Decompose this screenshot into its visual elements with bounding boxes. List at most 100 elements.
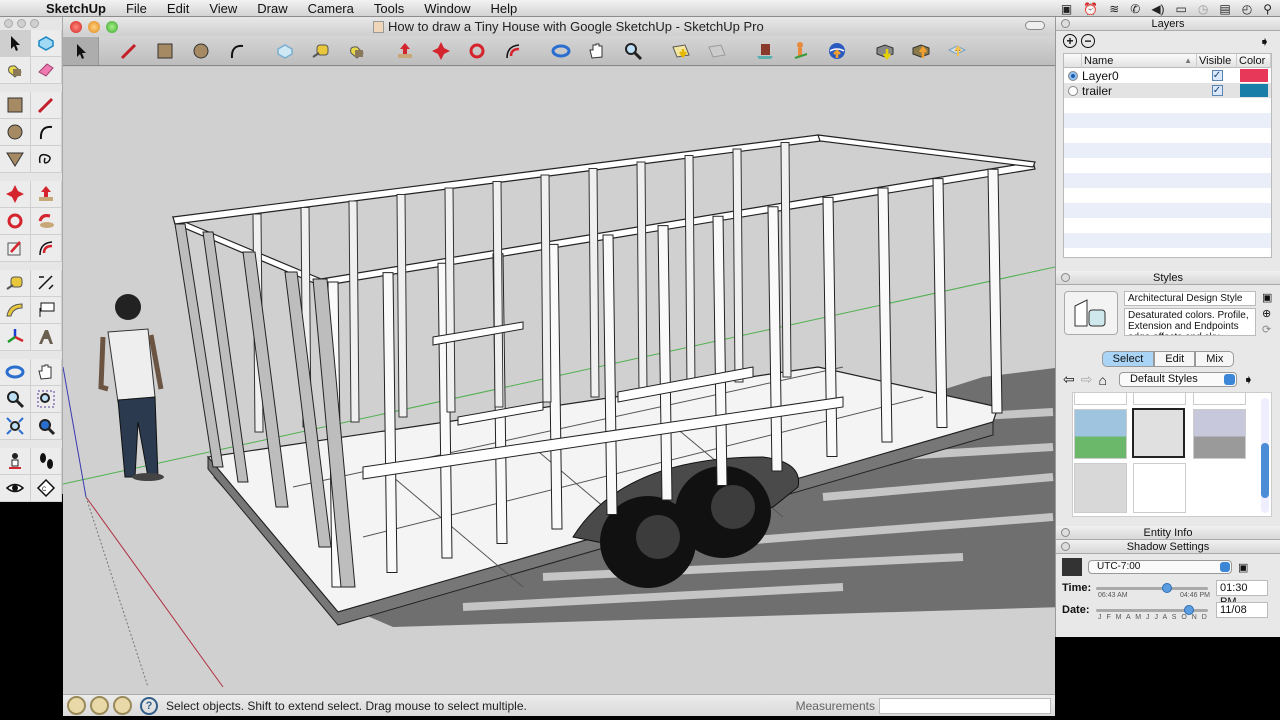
style-thumbnail[interactable] xyxy=(1193,393,1246,405)
collapse-icon[interactable] xyxy=(1061,19,1070,28)
back-arrow-icon[interactable]: ⇦ xyxy=(1063,371,1075,388)
menu-window[interactable]: Window xyxy=(414,0,480,17)
menu-help[interactable]: Help xyxy=(480,0,527,17)
toolbar-paint-bucket-button[interactable] xyxy=(339,37,375,65)
display-shadows-toggle[interactable] xyxy=(1062,558,1082,576)
toolbar-share-model-button[interactable] xyxy=(699,37,735,65)
polygon-tool[interactable] xyxy=(0,146,31,173)
select-tool[interactable] xyxy=(0,30,31,57)
toolbar-make-component-button[interactable] xyxy=(267,37,303,65)
style-description-field[interactable]: Desaturated colors. Profile, Extension a… xyxy=(1124,308,1256,336)
section-plane-tool[interactable]: C xyxy=(31,475,62,502)
toolbar-share-component-upload-button[interactable] xyxy=(903,37,939,65)
paint-bucket-tool[interactable] xyxy=(0,57,31,84)
toolbar-zoom-button[interactable] xyxy=(615,37,651,65)
menu-file[interactable]: File xyxy=(116,0,157,17)
menu-edit[interactable]: Edit xyxy=(157,0,199,17)
protractor-tool[interactable] xyxy=(0,297,31,324)
forward-arrow-icon[interactable]: ⇨ xyxy=(1081,371,1093,388)
time-field[interactable]: 01:30 PM xyxy=(1216,580,1268,608)
delete-layer-button[interactable]: − xyxy=(1081,34,1095,48)
user-icon[interactable] xyxy=(113,696,132,715)
shadow-settings-panel-header[interactable]: Shadow Settings xyxy=(1056,540,1280,554)
toolbar-circle-button[interactable] xyxy=(183,37,219,65)
tab-edit[interactable]: Edit xyxy=(1154,351,1196,367)
menu-camera[interactable]: Camera xyxy=(298,0,364,17)
toolbar-google-earth-button[interactable] xyxy=(819,37,855,65)
timezone-select[interactable]: UTC-7:00 xyxy=(1088,560,1232,574)
style-collection-select[interactable]: Default Styles xyxy=(1118,372,1237,387)
details-arrow-icon[interactable]: ➧ xyxy=(1243,372,1254,388)
style-thumbnail[interactable] xyxy=(1074,393,1127,405)
details-arrow-icon[interactable]: ➧ xyxy=(1259,34,1270,50)
toolbar-rectangle-button[interactable] xyxy=(147,37,183,65)
menu-tools[interactable]: Tools xyxy=(364,0,414,17)
follow-me-tool[interactable] xyxy=(31,208,62,235)
style-thumbnail[interactable] xyxy=(1074,463,1127,513)
tab-mix[interactable]: Mix xyxy=(1195,351,1235,367)
layer-row[interactable]: trailer ✓ xyxy=(1064,83,1271,98)
style-thumbnail[interactable] xyxy=(1193,409,1246,459)
toolbar-pan-button[interactable] xyxy=(579,37,615,65)
tab-select[interactable]: Select xyxy=(1101,351,1155,367)
date-slider-knob[interactable] xyxy=(1183,604,1194,615)
position-camera-tool[interactable] xyxy=(0,448,31,475)
toolbar-tape-measure-button[interactable] xyxy=(303,37,339,65)
toolbar-orbit-button[interactable] xyxy=(543,37,579,65)
active-layer-radio[interactable] xyxy=(1068,85,1078,96)
dimension-tool[interactable] xyxy=(31,270,62,297)
active-layer-radio[interactable] xyxy=(1068,70,1078,81)
collapse-icon[interactable] xyxy=(1061,528,1070,537)
style-thumbnail-selected[interactable] xyxy=(1132,408,1185,458)
clock-icon[interactable]: ◴ xyxy=(1242,2,1252,16)
wifi-icon[interactable]: ≋ xyxy=(1109,2,1119,16)
style-thumbnail[interactable] xyxy=(1074,409,1127,459)
previous-view-tool[interactable] xyxy=(31,413,62,440)
layer-color-swatch[interactable] xyxy=(1240,69,1268,82)
layer-color-swatch[interactable] xyxy=(1240,84,1268,97)
pan-tool[interactable] xyxy=(31,359,62,386)
3d-model-viewport[interactable] xyxy=(63,67,1055,694)
collapse-icon[interactable] xyxy=(1061,542,1070,551)
palette-minimize-button[interactable] xyxy=(17,19,26,28)
zoom-button[interactable] xyxy=(106,20,118,33)
style-name-field[interactable]: Architectural Design Style xyxy=(1124,291,1256,306)
alarm-clock-icon[interactable]: ⏰ xyxy=(1083,2,1098,16)
make-component-tool[interactable] xyxy=(31,30,62,57)
zoom-extents-tool[interactable] xyxy=(0,413,31,440)
close-button[interactable] xyxy=(70,20,82,33)
display-icon[interactable]: ▤ xyxy=(1219,2,1230,16)
create-style-icon[interactable]: ▣ xyxy=(1262,291,1272,304)
look-around-tool[interactable] xyxy=(0,475,31,502)
toolbar-send-to-layout-button[interactable] xyxy=(939,37,975,65)
time-slider[interactable] xyxy=(1096,582,1208,593)
volume-icon[interactable]: ◀) xyxy=(1151,2,1164,16)
layer-row[interactable]: Layer0 ✓ xyxy=(1064,68,1271,83)
measurements-input[interactable] xyxy=(879,698,1051,714)
battery-icon[interactable]: ▭ xyxy=(1176,2,1187,16)
minimize-button[interactable] xyxy=(88,20,100,33)
toolbar-arc-button[interactable] xyxy=(219,37,255,65)
push-pull-tool[interactable] xyxy=(31,181,62,208)
palette-close-button[interactable] xyxy=(4,19,13,28)
column-color[interactable]: Color xyxy=(1237,54,1271,68)
toolbar-follow-me-button[interactable] xyxy=(495,37,531,65)
toolbar-get-models-button[interactable] xyxy=(663,37,699,65)
styles-scrollbar[interactable] xyxy=(1261,398,1269,513)
3d-text-tool[interactable] xyxy=(31,324,62,351)
layer-name[interactable]: trailer xyxy=(1082,84,1197,98)
line-tool[interactable] xyxy=(31,92,62,119)
scale-tool[interactable] xyxy=(0,235,31,262)
text-tool[interactable] xyxy=(31,297,62,324)
refresh-icon[interactable]: ⟳ xyxy=(1262,323,1272,336)
zoom-tool[interactable] xyxy=(0,386,31,413)
toolbar-place-model-button[interactable] xyxy=(783,37,819,65)
style-thumbnail[interactable] xyxy=(1133,393,1186,405)
date-field[interactable]: 11/08 xyxy=(1216,602,1268,618)
layers-panel-header[interactable]: Layers xyxy=(1056,17,1280,31)
credits-icon[interactable] xyxy=(90,696,109,715)
toolbar-toggle-button[interactable] xyxy=(1025,21,1045,30)
menu-draw[interactable]: Draw xyxy=(247,0,297,17)
styles-panel-header[interactable]: Styles xyxy=(1056,271,1280,285)
help-icon[interactable]: ? xyxy=(140,696,158,715)
